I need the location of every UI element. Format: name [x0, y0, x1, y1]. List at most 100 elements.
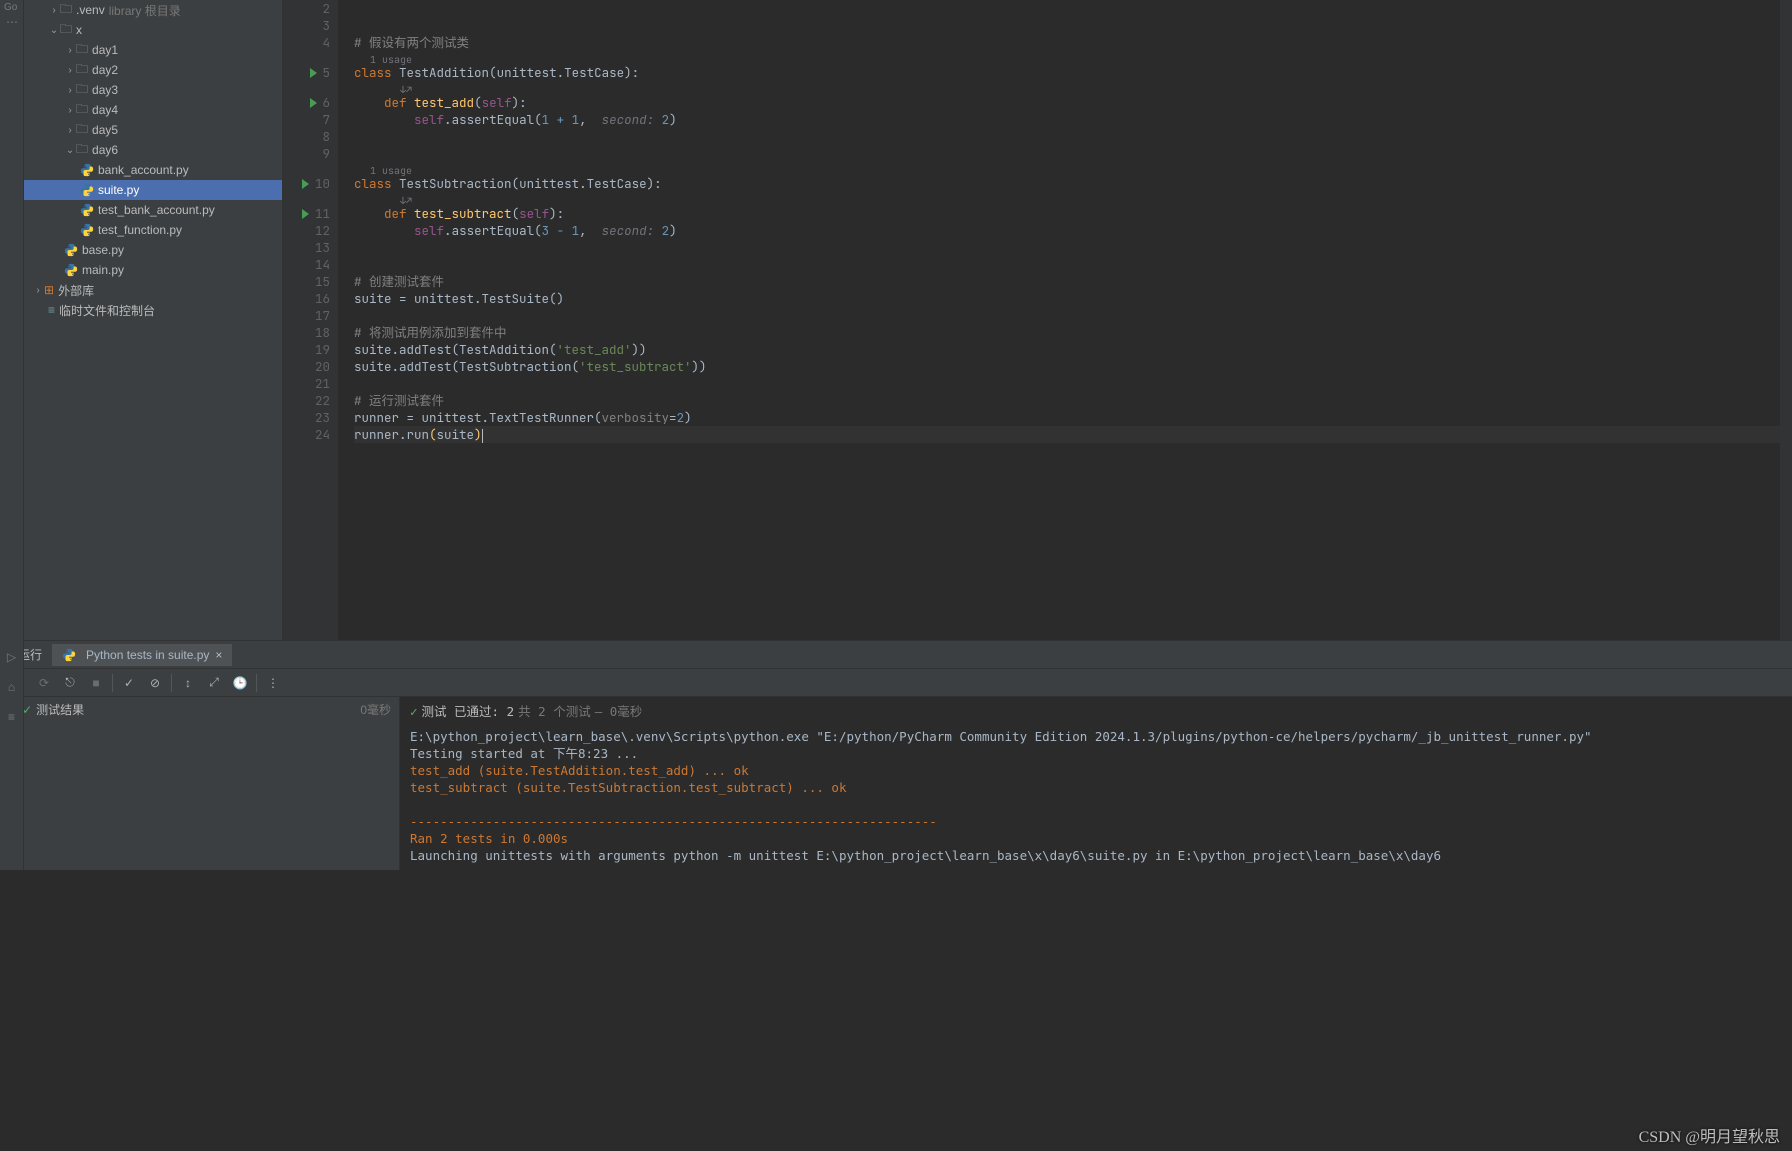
self: self	[414, 111, 444, 128]
tree-label: test_bank_account.py	[98, 203, 215, 217]
tree-suite[interactable]: suite.py	[24, 180, 282, 200]
python-icon	[64, 243, 78, 257]
line-num: 19	[315, 341, 330, 358]
more-icon[interactable]: ⋮	[263, 673, 283, 693]
comment: # 将测试用例添加到套件中	[354, 324, 507, 341]
test-output[interactable]: ✓ 测试 已通过: 2共 2 个测试 – 0毫秒 E:\python_proje…	[400, 697, 1792, 870]
tree-label: day1	[92, 43, 118, 57]
line-num: 11	[315, 205, 330, 222]
tree-label: day3	[92, 83, 118, 97]
run-gutter-icon[interactable]	[302, 209, 309, 219]
python-icon	[62, 648, 76, 662]
tree-bank-account[interactable]: bank_account.py	[24, 160, 282, 180]
close-icon[interactable]: ×	[215, 648, 222, 662]
test-summary: ✓ 测试 已通过: 2共 2 个测试 – 0毫秒	[410, 703, 1782, 720]
history-icon[interactable]: 🕒	[230, 673, 250, 693]
arg: suite	[437, 426, 475, 443]
more-tools-icon[interactable]: ⋯	[0, 15, 18, 29]
folder-icon: 🗀	[76, 80, 88, 101]
python-icon	[64, 263, 78, 277]
tree-test-fn[interactable]: test_function.py	[24, 220, 282, 240]
line-num: 5	[323, 64, 331, 81]
line-num: 16	[315, 290, 330, 307]
tree-label: x	[76, 23, 82, 37]
run-gutter-icon[interactable]	[310, 68, 317, 78]
call: runner = unittest.TextTestRunner(	[354, 409, 602, 426]
sort-icon[interactable]: ↕	[178, 673, 198, 693]
code-content[interactable]: # 假设有两个测试类 1 usage class TestAddition(un…	[338, 0, 1792, 640]
tree-main[interactable]: main.py	[24, 260, 282, 280]
line-num: 7	[323, 111, 331, 128]
tree-ext-lib[interactable]: ›⊞外部库	[24, 280, 282, 300]
val: 2	[662, 111, 670, 128]
output-line: test_subtract (suite.TestSubtraction.tes…	[410, 779, 1782, 796]
line-num: 12	[315, 222, 330, 239]
rerun-failed-icon[interactable]: ⟳	[34, 673, 54, 693]
line-num: 13	[315, 239, 330, 256]
run-gutter-icon[interactable]	[310, 98, 317, 108]
line-num: 18	[315, 324, 330, 341]
expand-icon[interactable]: ⤢	[204, 673, 224, 693]
watermark: CSDN @明月望秋思	[1639, 1123, 1780, 1147]
line-num: 14	[315, 256, 330, 273]
assign: suite = unittest.TestSuite()	[354, 290, 1792, 307]
output-line: E:\python_project\learn_base\.venv\Scrip…	[410, 728, 1782, 745]
line-num: 8	[323, 128, 331, 145]
folder-icon: 🗀	[76, 60, 88, 81]
tree-label: day6	[92, 143, 118, 157]
comment: # 假设有两个测试类	[354, 34, 469, 51]
python-icon	[80, 203, 94, 217]
tool-go-icon[interactable]: Go	[0, 0, 23, 15]
line-num: 20	[315, 358, 330, 375]
summary-text: 共 2 个测试	[518, 703, 591, 720]
show-passed-icon[interactable]: ✓	[119, 673, 139, 693]
output-line: test_add (suite.TestAddition.test_add) .…	[410, 762, 1782, 779]
method: assertEqual	[452, 111, 535, 128]
class-name: TestAddition	[399, 64, 489, 81]
tree-base[interactable]: base.py	[24, 240, 282, 260]
tree-day4[interactable]: ›🗀day4	[24, 100, 282, 120]
run-panel: 运行 Python tests in suite.py × ↻ ⟳ ⎋ ■ ✓ …	[0, 640, 1792, 870]
usage-hint: 1 usage	[354, 51, 1792, 64]
tree-x[interactable]: ⌄🗀x	[24, 20, 282, 40]
output-line: Testing started at 下午8:23 ...	[410, 745, 1782, 762]
tree-day3[interactable]: ›🗀day3	[24, 80, 282, 100]
terminal-icon[interactable]: ▷	[3, 648, 21, 666]
line-num: 24	[315, 426, 330, 443]
run-gutter-icon[interactable]	[302, 179, 309, 189]
base-class: unittest.TestCase	[497, 64, 625, 81]
tree-scratch[interactable]: ≡临时文件和控制台	[24, 300, 282, 320]
debug-icon[interactable]: ⌂	[3, 678, 21, 696]
gutter[interactable]: 2 3 4 5 6 7 8 9 10 11 12 13 14 15 16 17	[282, 0, 338, 640]
python-icon	[80, 163, 94, 177]
tree-label: bank_account.py	[98, 163, 189, 177]
hint: second:	[602, 222, 655, 239]
test-tree[interactable]: ⌄ ✓ 测试结果 0毫秒	[0, 697, 400, 870]
eq: =	[669, 409, 677, 426]
tree-venv[interactable]: ›🗀.venvlibrary 根目录	[24, 0, 282, 20]
toggle-auto-icon[interactable]: ⎋	[60, 673, 80, 693]
tree-label: base.py	[82, 243, 124, 257]
string: 'test_add'	[557, 341, 632, 358]
stop-icon[interactable]: ■	[86, 673, 106, 693]
folder-icon: 🗀	[76, 140, 88, 161]
tree-test-bank[interactable]: test_bank_account.py	[24, 200, 282, 220]
output-line: Ran 2 tests in 0.000s	[410, 830, 1782, 847]
project-tree[interactable]: ›🗀.venvlibrary 根目录 ⌄🗀x ›🗀day1 ›🗀day2 ›🗀d…	[24, 0, 282, 640]
tree-day5[interactable]: ›🗀day5	[24, 120, 282, 140]
show-ignored-icon[interactable]: ⊘	[145, 673, 165, 693]
tree-day2[interactable]: ›🗀day2	[24, 60, 282, 80]
tree-label: day5	[92, 123, 118, 137]
call: suite.addTest(TestAddition(	[354, 341, 557, 358]
output-line: Launching unittests with arguments pytho…	[410, 847, 1782, 864]
base-class: unittest.TestCase	[519, 175, 647, 192]
editor-scrollbar[interactable]	[1780, 0, 1792, 640]
folder-icon: 🗀	[76, 120, 88, 141]
editor[interactable]: 2 3 4 5 6 7 8 9 10 11 12 13 14 15 16 17	[282, 0, 1792, 640]
tree-day1[interactable]: ›🗀day1	[24, 40, 282, 60]
folder-icon: 🗀	[76, 100, 88, 121]
tree-day6[interactable]: ⌄🗀day6	[24, 140, 282, 160]
services-icon[interactable]: ≡	[3, 708, 21, 726]
tests-tab[interactable]: Python tests in suite.py ×	[52, 644, 232, 666]
test-results-root[interactable]: ⌄ ✓ 测试结果 0毫秒	[0, 697, 399, 722]
